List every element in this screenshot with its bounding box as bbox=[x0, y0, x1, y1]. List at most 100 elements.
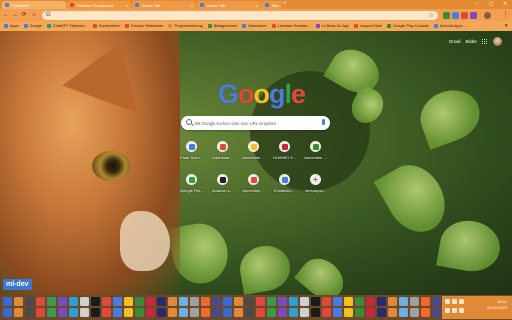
extension-icon[interactable] bbox=[452, 11, 459, 19]
taskbar-app-icon[interactable] bbox=[399, 308, 408, 317]
avatar[interactable] bbox=[493, 37, 502, 46]
taskbar-app-icon[interactable] bbox=[366, 308, 375, 317]
images-link[interactable]: Bilder bbox=[465, 39, 477, 44]
home-button[interactable]: ⌂ bbox=[30, 11, 38, 19]
taskbar-app-icon[interactable] bbox=[289, 308, 298, 317]
taskbar-app-icon[interactable] bbox=[311, 308, 320, 317]
bookmark-item[interactable]: ChatGPT Optimize... bbox=[46, 24, 88, 28]
bookmark-item[interactable]: Übersetzer bbox=[242, 24, 267, 28]
taskbar-app-icon[interactable] bbox=[256, 297, 265, 306]
browser-menu-button[interactable]: ⋮ bbox=[502, 10, 509, 18]
taskbar-app-icon[interactable] bbox=[36, 308, 45, 317]
close-tab-icon[interactable]: × bbox=[191, 3, 193, 8]
taskbar-app-icon[interactable] bbox=[322, 297, 331, 306]
taskbar-app-icon[interactable] bbox=[25, 308, 34, 317]
taskbar-app-icon[interactable] bbox=[234, 308, 243, 317]
taskbar-app-icon[interactable] bbox=[421, 297, 430, 306]
taskbar-app-icon[interactable] bbox=[267, 308, 276, 317]
clock[interactable]: 18:41 05.04.2023 bbox=[487, 299, 507, 311]
tab-new-1[interactable]: Neuer Tab × bbox=[132, 1, 196, 9]
bookmark-item[interactable]: Google Play Console bbox=[387, 24, 429, 28]
taskbar-app-icon[interactable] bbox=[344, 308, 353, 317]
gmail-link[interactable]: Gmail bbox=[449, 39, 461, 44]
taskbar-app-icon[interactable] bbox=[80, 308, 89, 317]
shortcut-tile[interactable]: Anmelden ... bbox=[240, 141, 267, 162]
tab-dashboard[interactable]: Einladen Dashboard × bbox=[67, 1, 131, 9]
shortcut-tile[interactable]: HUAWEI S... bbox=[271, 141, 298, 162]
tab-new-3[interactable]: Neuer Tab bbox=[262, 1, 282, 9]
taskbar-app-icon[interactable] bbox=[69, 297, 78, 306]
taskbar-app-icon[interactable] bbox=[377, 308, 386, 317]
bookmark-star-icon[interactable]: ☆ bbox=[429, 12, 434, 19]
shortcut-tile[interactable]: Anmelden ... bbox=[240, 174, 267, 195]
taskbar-app-icon[interactable] bbox=[124, 297, 133, 306]
taskbar-app-icon[interactable] bbox=[300, 308, 309, 317]
close-tab-icon[interactable]: × bbox=[126, 3, 128, 8]
taskbar-app-icon[interactable] bbox=[432, 297, 441, 306]
taskbar-app-icon[interactable] bbox=[113, 297, 122, 306]
taskbar-app-icon[interactable] bbox=[91, 308, 100, 317]
taskbar-app-icon[interactable] bbox=[135, 308, 144, 317]
taskbar-app-icon[interactable] bbox=[36, 297, 45, 306]
extension-icon[interactable] bbox=[443, 11, 450, 19]
taskbar-app-icon[interactable] bbox=[135, 297, 144, 306]
taskbar-app-icon[interactable] bbox=[223, 308, 232, 317]
taskbar-app-icon[interactable] bbox=[300, 297, 309, 306]
close-tab-icon[interactable]: × bbox=[256, 3, 258, 8]
taskbar-app-icon[interactable] bbox=[223, 297, 232, 306]
taskbar-app-icon[interactable] bbox=[91, 297, 100, 306]
shortcut-tile[interactable]: Dashboar... bbox=[209, 141, 236, 162]
taskbar-app-icon[interactable] bbox=[388, 297, 397, 306]
microphone-icon[interactable] bbox=[322, 119, 325, 125]
bookmark-item[interactable]: Bildagenturen bbox=[207, 24, 237, 28]
taskbar-app-icon[interactable] bbox=[190, 297, 199, 306]
extension-icon[interactable] bbox=[470, 11, 477, 19]
taskbar-app-icon[interactable] bbox=[179, 308, 188, 317]
bookmark-item[interactable]: mapper/Opel bbox=[354, 24, 382, 28]
close-window-button[interactable]: ✕ bbox=[498, 0, 512, 9]
taskbar-app-icon[interactable] bbox=[234, 297, 243, 306]
taskbar-app-icon[interactable] bbox=[289, 297, 298, 306]
taskbar-app-icon[interactable] bbox=[190, 308, 199, 317]
shortcut-tile[interactable]: Erste Schri... bbox=[178, 141, 205, 162]
taskbar-app-icon[interactable] bbox=[399, 297, 408, 306]
taskbar-app-icon[interactable] bbox=[410, 297, 419, 306]
taskbar-app-icon[interactable] bbox=[201, 308, 210, 317]
taskbar-app-icon[interactable] bbox=[14, 297, 23, 306]
new-tab-button[interactable]: + bbox=[283, 1, 287, 8]
taskbar-app-icon[interactable] bbox=[58, 297, 67, 306]
tray-icon[interactable] bbox=[459, 308, 464, 313]
taskbar-app-icon[interactable] bbox=[278, 297, 287, 306]
taskbar-app-icon[interactable] bbox=[355, 297, 364, 306]
taskbar-app-icon[interactable] bbox=[3, 308, 12, 317]
extension-icon[interactable] bbox=[461, 11, 468, 19]
more-bookmarks-button[interactable]: » bbox=[505, 23, 508, 29]
bookmark-item[interactable]: Kopfverteiler bbox=[92, 24, 120, 28]
taskbar-app-icon[interactable] bbox=[333, 308, 342, 317]
taskbar-app-icon[interactable] bbox=[344, 297, 353, 306]
shortcut-tile[interactable]: Google Pla... bbox=[178, 174, 205, 195]
address-bar[interactable]: G ☆ bbox=[42, 10, 438, 20]
taskbar-app-icon[interactable] bbox=[267, 297, 276, 306]
search-box[interactable] bbox=[181, 116, 330, 130]
bookmark-item[interactable]: Programmierung bbox=[168, 24, 203, 28]
taskbar-app-icon[interactable] bbox=[256, 308, 265, 317]
bookmark-item[interactable]: Apps bbox=[4, 24, 19, 28]
profile-icon[interactable] bbox=[484, 11, 491, 19]
bookmark-item[interactable]: Google bbox=[23, 24, 42, 28]
shortcut-tile[interactable]: Anmelden ... bbox=[302, 141, 329, 162]
bookmark-item[interactable]: Leseliste Erweiter... bbox=[271, 24, 311, 28]
forward-button[interactable]: → bbox=[11, 11, 19, 19]
taskbar-app-icon[interactable] bbox=[278, 308, 287, 317]
taskbar-app-icon[interactable] bbox=[146, 308, 155, 317]
tray-icon[interactable] bbox=[445, 308, 450, 313]
taskbar-app-icon[interactable] bbox=[212, 308, 221, 317]
taskbar-app-icon[interactable] bbox=[47, 297, 56, 306]
tray-icon[interactable] bbox=[452, 299, 457, 304]
shortcut-tile[interactable]: Amazon.c... bbox=[209, 174, 236, 195]
taskbar-app-icon[interactable] bbox=[311, 297, 320, 306]
taskbar-app-icon[interactable] bbox=[3, 297, 12, 306]
taskbar-app-icon[interactable] bbox=[157, 308, 166, 317]
taskbar-app-icon[interactable] bbox=[69, 308, 78, 317]
taskbar-app-icon[interactable] bbox=[102, 308, 111, 317]
